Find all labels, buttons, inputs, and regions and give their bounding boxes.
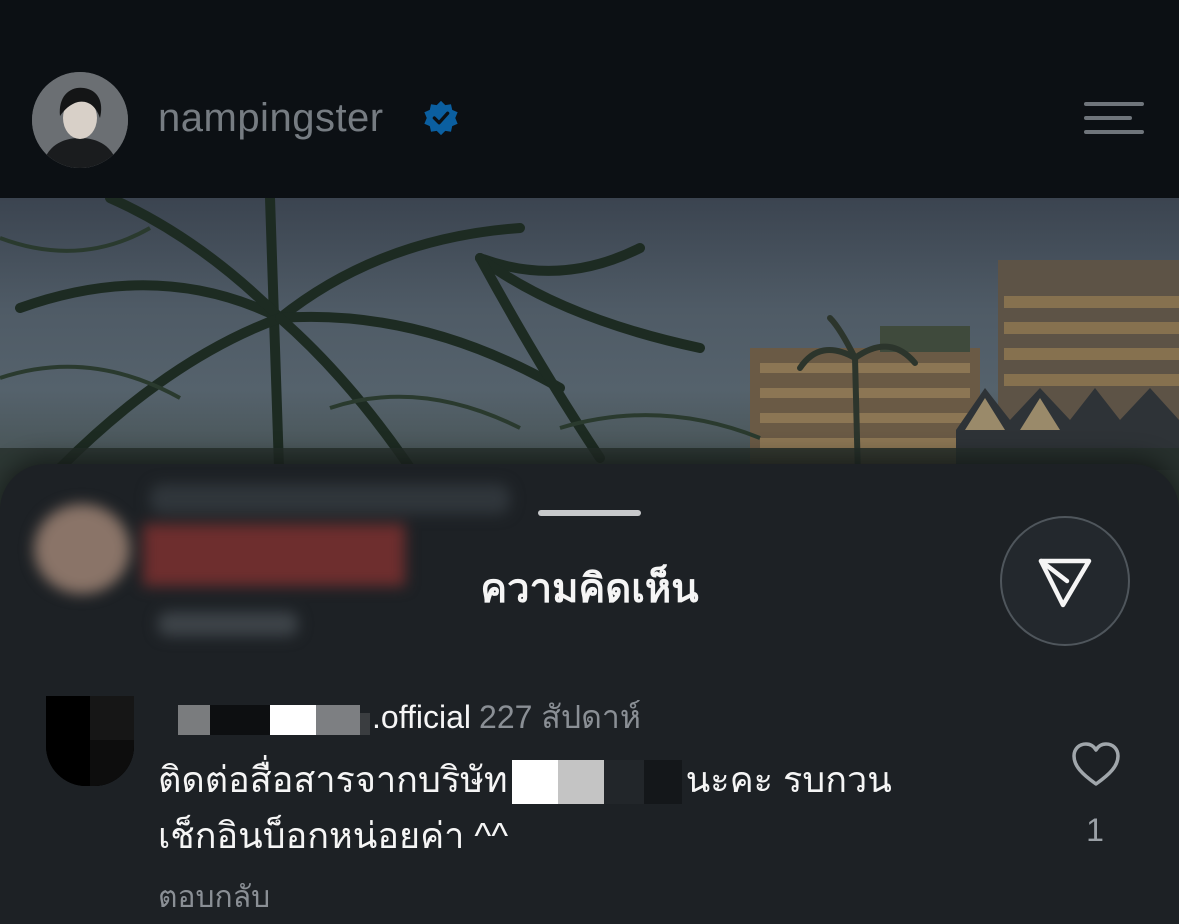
comment-username[interactable]: .official 227 สัปดาห์	[160, 692, 641, 743]
username-suffix: .official	[372, 699, 472, 735]
avatar-image	[32, 72, 128, 168]
comment-text: ติดต่อสื่อสารจากบริษัท นะคะ รบกวน เช็กอิ…	[158, 752, 1018, 864]
profile-username[interactable]: nampingster	[158, 96, 384, 141]
redacted-company-name	[511, 760, 682, 805]
comment-time: 227 สัปดาห์	[479, 699, 641, 735]
comment-text-part2: นะคะ รบกวน	[685, 759, 892, 800]
post-header: nampingster	[0, 0, 1179, 198]
share-button[interactable]	[1000, 516, 1130, 646]
comment-text-line2: เช็กอินบ็อกหน่อยค่า ^^	[158, 815, 509, 856]
verified-badge-icon	[424, 100, 458, 136]
reply-button[interactable]: ตอบกลับ	[158, 874, 270, 921]
menu-icon[interactable]	[1080, 100, 1144, 136]
redacted-username	[160, 703, 370, 737]
like-count: 1	[1086, 812, 1104, 848]
profile-avatar[interactable]	[32, 72, 128, 168]
send-icon	[1038, 558, 1092, 608]
sheet-grabber[interactable]	[538, 510, 641, 516]
heart-icon[interactable]	[1070, 740, 1122, 788]
comment-text-part1: ติดต่อสื่อสารจากบริษัท	[158, 759, 508, 800]
redacted-avatar	[46, 696, 134, 786]
commenter-avatar[interactable]	[46, 696, 134, 786]
comments-sheet: ความคิดเห็น .official 227 สัปดาห์ ติดต่อส…	[0, 464, 1179, 924]
